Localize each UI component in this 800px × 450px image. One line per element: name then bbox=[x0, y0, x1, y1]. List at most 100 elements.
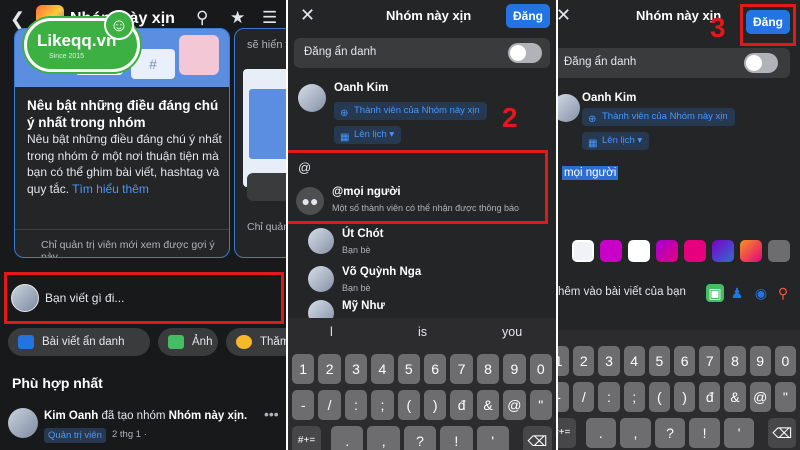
color-swatch[interactable] bbox=[628, 240, 650, 262]
keyboard-key[interactable]: #+= bbox=[558, 418, 576, 448]
keyboard-key[interactable]: & bbox=[724, 382, 746, 412]
chevron-down-icon: ▾ bbox=[637, 135, 643, 146]
location-icon[interactable]: ⚲ bbox=[774, 284, 792, 302]
keyboard-key[interactable]: - bbox=[558, 382, 570, 412]
keyboard-key[interactable]: , bbox=[367, 426, 400, 450]
color-swatch[interactable] bbox=[712, 240, 734, 262]
keyboard-key[interactable]: ! bbox=[689, 418, 720, 448]
schedule-selector[interactable]: ▦ Lên lịch ▾ bbox=[334, 126, 402, 144]
keyboard-key[interactable]: 1 bbox=[558, 346, 570, 376]
keyboard-key[interactable]: 8 bbox=[724, 346, 746, 376]
keyboard-key[interactable]: ( bbox=[397, 390, 420, 420]
keyboard-key[interactable]: 1 bbox=[292, 354, 315, 384]
color-swatch[interactable] bbox=[572, 240, 594, 262]
mention-item[interactable]: Út Chót Bạn bè bbox=[298, 224, 548, 262]
keyboard-key[interactable]: #+= bbox=[292, 426, 322, 450]
more-options-icon[interactable]: ••• bbox=[264, 406, 279, 422]
keyboard-key[interactable]: 6 bbox=[674, 346, 696, 376]
composer-placeholder[interactable]: Bạn viết gì đi... bbox=[45, 291, 124, 305]
keyboard-key[interactable]: ? bbox=[654, 418, 686, 448]
post-button[interactable]: Đăng bbox=[506, 4, 550, 28]
keyboard-key[interactable]: : bbox=[598, 382, 620, 412]
keyboard-key[interactable]: - bbox=[292, 390, 315, 420]
anonymous-toggle[interactable] bbox=[744, 53, 778, 73]
audience-selector[interactable]: ⊕ Thành viên của Nhóm này xịn bbox=[334, 102, 487, 120]
keyboard-key[interactable]: ) bbox=[674, 382, 696, 412]
avatar bbox=[11, 284, 39, 312]
keyboard-key[interactable]: 2 bbox=[573, 346, 595, 376]
keyboard-key[interactable]: " bbox=[529, 390, 552, 420]
suggestion[interactable]: l bbox=[330, 325, 333, 339]
keyboard-key[interactable]: 8 bbox=[476, 354, 500, 384]
add-to-post-row[interactable]: hêm vào bài viết của bạn ▣ ♟ ◉ ⚲ bbox=[558, 280, 800, 308]
keyboard-key[interactable]: 0 bbox=[529, 354, 552, 384]
keyboard-key[interactable]: 4 bbox=[371, 354, 394, 384]
keyboard-key[interactable]: @ bbox=[503, 390, 526, 420]
search-icon[interactable]: ⚲ bbox=[196, 8, 208, 28]
keyboard-key[interactable]: ; bbox=[371, 390, 394, 420]
tag-people-icon[interactable]: ♟ bbox=[728, 284, 746, 302]
schedule-selector[interactable]: ▦ Lên lịch ▾ bbox=[582, 132, 650, 150]
camera-icon[interactable]: ◉ bbox=[752, 284, 770, 302]
color-swatch[interactable] bbox=[684, 240, 706, 262]
keyboard-key[interactable]: 3 bbox=[344, 354, 368, 384]
color-swatch[interactable] bbox=[740, 240, 762, 262]
keyboard-key[interactable]: 5 bbox=[397, 354, 420, 384]
mention-item[interactable]: Võ Quỳnh Nga Bạn bè bbox=[298, 262, 548, 300]
audience-selector[interactable]: ⊕ Thành viên của Nhóm này xịn bbox=[582, 108, 735, 126]
keyboard-key[interactable]: ' bbox=[476, 426, 509, 450]
photo-chip[interactable]: Ảnh bbox=[158, 328, 218, 356]
keyboard-key[interactable]: ' bbox=[723, 418, 755, 448]
audience-label: Thành viên của Nhóm này xịn bbox=[354, 105, 480, 116]
suggestion[interactable]: is bbox=[418, 325, 427, 339]
keyboard-key[interactable]: / bbox=[318, 390, 341, 420]
keyboard-key[interactable]: / bbox=[573, 382, 595, 412]
close-icon[interactable]: ✕ bbox=[300, 5, 315, 26]
keyboard-key[interactable]: ? bbox=[403, 426, 437, 450]
keyboard-key[interactable]: 6 bbox=[424, 354, 447, 384]
keyboard-key[interactable]: 9 bbox=[749, 346, 771, 376]
keyboard-key[interactable]: 2 bbox=[318, 354, 341, 384]
admin-shield-icon[interactable]: ★ bbox=[230, 8, 245, 28]
keyboard-key[interactable]: đ bbox=[699, 382, 721, 412]
keyboard-key[interactable]: . bbox=[331, 426, 364, 450]
keyboard-key[interactable]: ! bbox=[440, 426, 473, 450]
keyboard-key[interactable]: 7 bbox=[699, 346, 721, 376]
keyboard-key[interactable]: @ bbox=[749, 382, 771, 412]
keyboard-key[interactable]: ) bbox=[424, 390, 447, 420]
close-icon[interactable]: ✕ bbox=[558, 5, 571, 26]
color-swatch[interactable] bbox=[768, 240, 790, 262]
suggestion[interactable]: you bbox=[502, 325, 522, 339]
keyboard-key[interactable]: & bbox=[476, 390, 500, 420]
composer-box[interactable]: Bạn viết gì đi... bbox=[4, 272, 284, 324]
keyboard-key[interactable]: ( bbox=[648, 382, 670, 412]
photo-icon[interactable]: ▣ bbox=[706, 284, 724, 302]
mention-item[interactable]: Mỹ Như bbox=[298, 296, 548, 326]
keyboard-key[interactable]: ⌫ bbox=[768, 418, 796, 448]
keyboard-key[interactable]: : bbox=[344, 390, 368, 420]
keyboard-key[interactable]: 9 bbox=[503, 354, 526, 384]
back-icon[interactable]: ❮ bbox=[10, 9, 25, 30]
keyboard-key[interactable]: , bbox=[620, 418, 651, 448]
keyboard-key[interactable]: ; bbox=[623, 382, 645, 412]
anonymous-toggle[interactable] bbox=[508, 43, 542, 63]
keyboard-key[interactable]: " bbox=[774, 382, 796, 412]
anonymous-post-chip[interactable]: Bài viết ẩn danh bbox=[8, 328, 150, 356]
poll-chip[interactable]: Thăm dò bbox=[226, 328, 286, 356]
post-group[interactable]: Nhóm này xịn. bbox=[169, 410, 248, 422]
keyboard-key[interactable]: 5 bbox=[648, 346, 670, 376]
keyboard-key[interactable]: 0 bbox=[774, 346, 796, 376]
keyboard-key[interactable]: ⌫ bbox=[522, 426, 552, 450]
keyboard-key[interactable]: 3 bbox=[598, 346, 620, 376]
keyboard-key[interactable]: đ bbox=[450, 390, 473, 420]
keyboard-key[interactable]: 4 bbox=[623, 346, 645, 376]
learn-more-link[interactable]: Tìm hiểu thêm bbox=[72, 182, 149, 196]
second-tip-button[interactable] bbox=[247, 173, 286, 201]
keyboard-key[interactable]: . bbox=[585, 418, 617, 448]
keyboard-key[interactable]: 7 bbox=[450, 354, 473, 384]
post-author[interactable]: Kim Oanh bbox=[44, 410, 98, 422]
color-swatch[interactable] bbox=[600, 240, 622, 262]
menu-icon[interactable]: ☰ bbox=[262, 8, 277, 28]
color-swatch[interactable] bbox=[656, 240, 678, 262]
selected-mention-text[interactable]: mọi người bbox=[562, 166, 619, 180]
